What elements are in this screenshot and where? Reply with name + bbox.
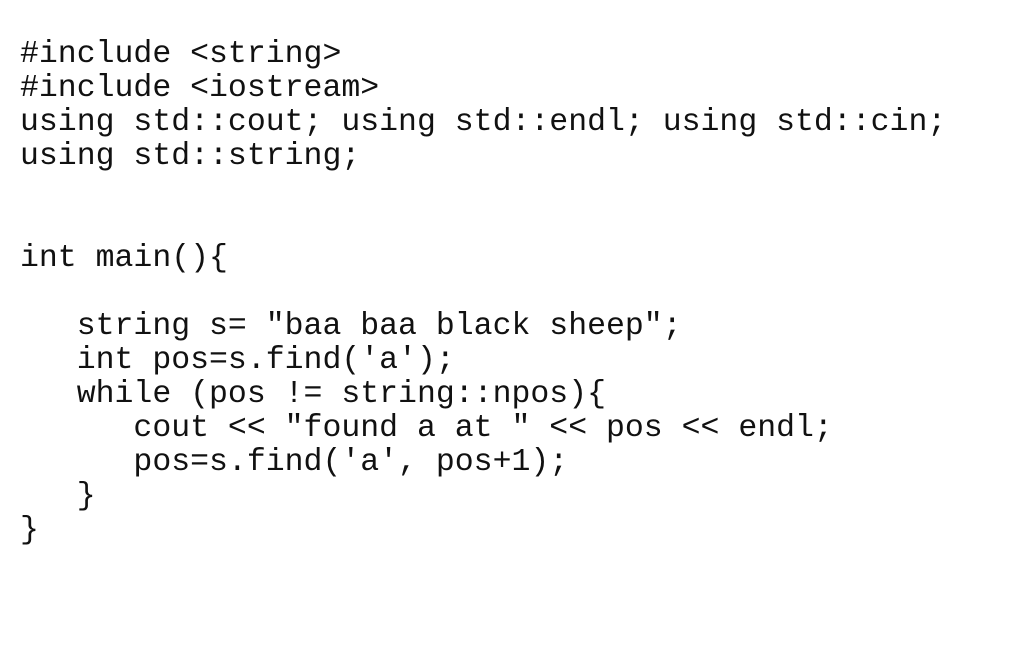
- code-line: using std::cout; using std::endl; using …: [20, 105, 947, 140]
- code-line: pos=s.find('a', pos+1);: [20, 445, 569, 480]
- code-line: int main(){: [20, 241, 228, 276]
- code-line: string s= "baa baa black sheep";: [20, 309, 682, 344]
- code-line: cout << "found a at " << pos << endl;: [20, 411, 833, 446]
- code-line: using std::string;: [20, 139, 361, 174]
- code-line: int pos=s.find('a');: [20, 343, 455, 378]
- code-line: }: [20, 513, 39, 548]
- code-listing: #include <string> #include <iostream> usin…: [0, 0, 1024, 670]
- code-line: while (pos != string::npos){: [20, 377, 606, 412]
- code-line: }: [20, 479, 96, 514]
- code-line: #include <string>: [20, 37, 342, 72]
- code-line: #include <iostream>: [20, 71, 380, 106]
